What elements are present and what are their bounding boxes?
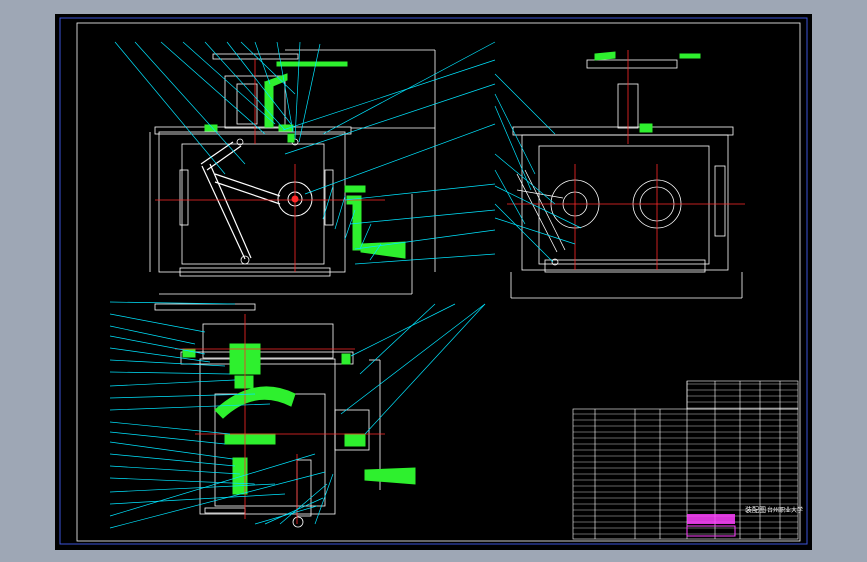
leader-line <box>494 73 556 135</box>
front-view <box>149 49 436 295</box>
leader-line <box>359 303 436 375</box>
outer-frame <box>59 17 808 545</box>
leader-line <box>322 185 334 220</box>
leader-line <box>350 303 456 357</box>
leader-line <box>109 379 236 387</box>
leader-line <box>494 217 576 245</box>
leader-line <box>340 303 486 415</box>
leader-line <box>254 41 271 85</box>
leader-line <box>494 169 526 225</box>
leader-line <box>322 41 496 135</box>
leader-line <box>334 195 346 230</box>
leader-lines <box>109 41 582 529</box>
school-name: 台州职业大学 <box>767 506 803 514</box>
leader-line <box>349 209 496 225</box>
leader-line <box>109 325 196 345</box>
leader-line <box>109 493 286 505</box>
side-view <box>510 59 743 299</box>
leader-line <box>304 123 496 195</box>
leader-line <box>109 403 271 411</box>
drawing-title: 装配图 <box>745 505 766 514</box>
leader-line <box>109 359 226 367</box>
leader-line <box>109 453 236 467</box>
leader-line <box>314 473 334 525</box>
leader-line <box>494 105 532 191</box>
leader-line <box>364 303 486 435</box>
leader-line <box>279 483 328 525</box>
leader-line <box>109 441 234 460</box>
leader-line <box>109 471 326 529</box>
inner-frame <box>76 22 801 542</box>
leader-line <box>114 41 226 175</box>
leader-line <box>109 453 316 517</box>
leader-line <box>494 185 582 229</box>
leader-line <box>109 421 231 435</box>
side-hatch <box>594 51 701 133</box>
leader-line <box>354 229 496 250</box>
section-view <box>154 303 381 528</box>
leader-line <box>264 497 324 525</box>
leader-line <box>109 465 241 475</box>
leader-line <box>344 183 496 201</box>
leader-line <box>254 505 318 525</box>
leader-line <box>109 371 231 375</box>
leader-line <box>134 41 246 165</box>
leader-line <box>354 253 496 265</box>
front-hatch <box>204 61 406 259</box>
leader-line <box>494 153 556 205</box>
leader-line <box>494 203 554 263</box>
section-centerlines <box>175 314 385 524</box>
assembly-drawing: 装配图 台州职业大学 <box>59 17 808 545</box>
parts-list <box>572 380 799 540</box>
title-cells: 装配图 台州职业大学 <box>686 505 803 537</box>
cad-viewport: 装配图 台州职业大学 <box>55 14 812 550</box>
leader-line <box>109 335 206 355</box>
leader-line <box>494 93 536 175</box>
